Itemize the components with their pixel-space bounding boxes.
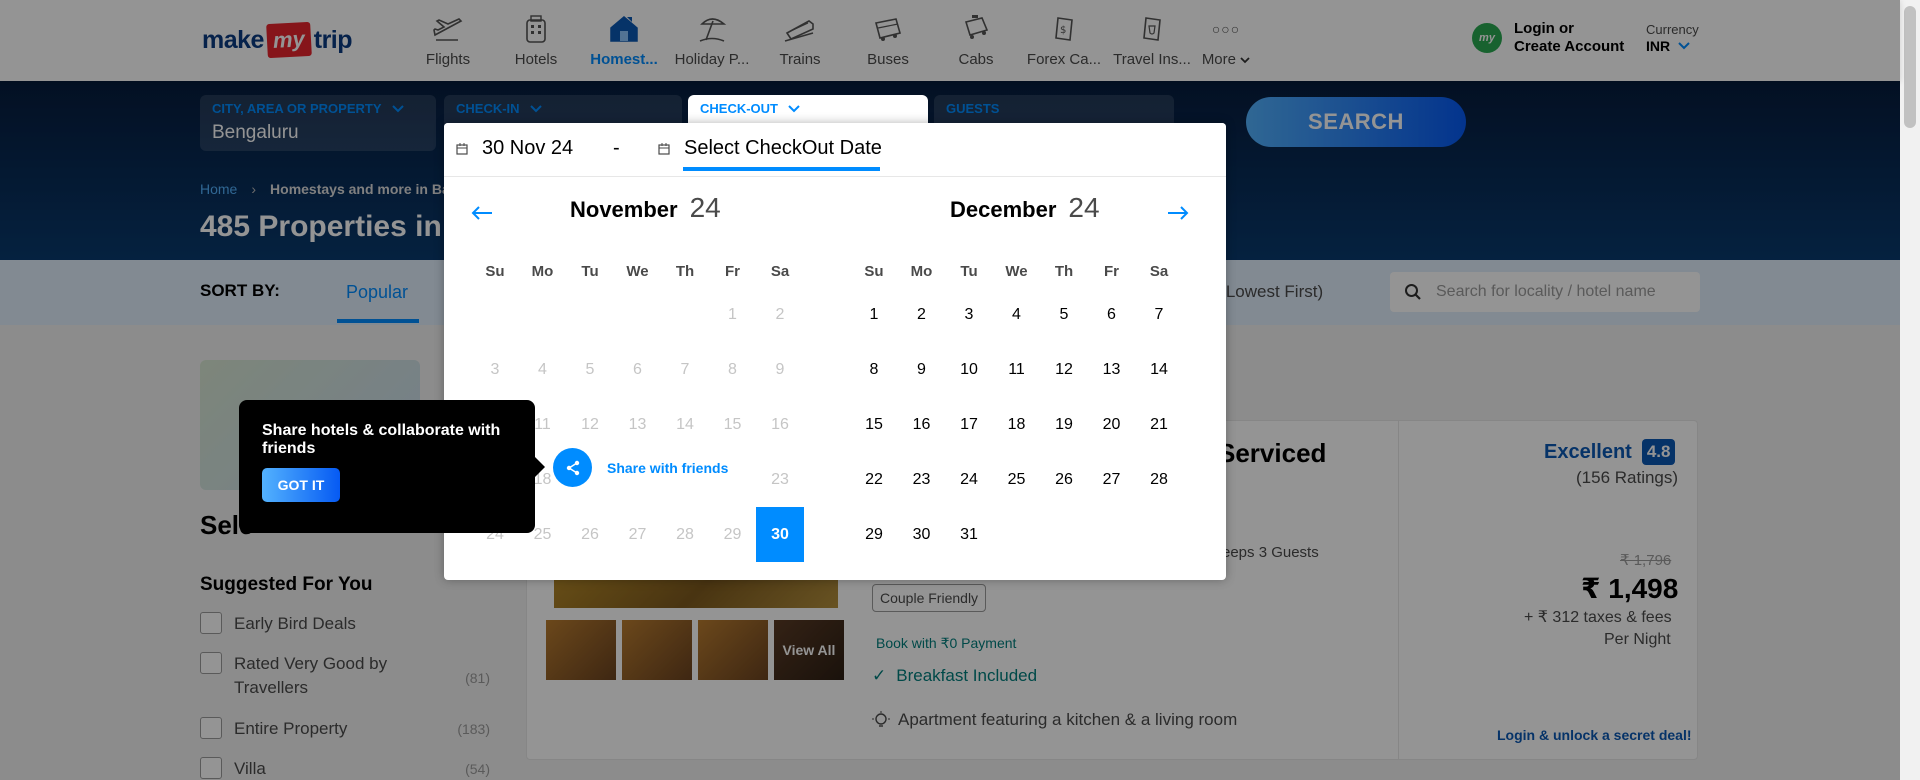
checkout-label: CHECK-OUT	[700, 101, 778, 116]
calendar-day[interactable]: 21	[1135, 397, 1183, 452]
weekday-header: Mo	[910, 263, 933, 280]
calendar-day[interactable]: 23	[898, 452, 946, 507]
calendar-day: 13	[628, 415, 647, 433]
calendar-day: 28	[676, 525, 694, 543]
calendar-day: 16	[771, 415, 789, 433]
calendar-day[interactable]: 8	[850, 342, 898, 397]
calendar-day[interactable]: 19	[1040, 397, 1088, 452]
calendar-day: 29	[723, 525, 742, 543]
page-scrollbar[interactable]	[1900, 0, 1920, 780]
share-with-friends-button[interactable]: Share with friends	[553, 448, 755, 487]
calendar-icon	[658, 142, 670, 155]
calendar-day[interactable]: 30	[898, 507, 946, 562]
calendar-day[interactable]: 15	[850, 397, 898, 452]
calendar-day: 1	[728, 305, 737, 323]
calendar-day[interactable]: 17	[945, 397, 993, 452]
calendar-day[interactable]: 26	[1040, 452, 1088, 507]
arrow-right-icon	[1168, 206, 1189, 220]
calendar-day[interactable]: 12	[1040, 342, 1088, 397]
weekday-header: Su	[485, 263, 505, 280]
checkout-date-value: Select CheckOut Date	[684, 137, 882, 159]
calendar-day[interactable]: 1	[850, 287, 898, 342]
month-year: 24	[689, 192, 721, 223]
calendar-day[interactable]: 16	[898, 397, 946, 452]
weekday-header: We	[1005, 263, 1028, 280]
calendar-day: 2	[775, 305, 785, 323]
weekday-header: Fr	[1104, 263, 1119, 280]
month-title-december: December 24	[950, 192, 1100, 224]
calendar-day[interactable]: 14	[1135, 342, 1183, 397]
calendar-icon	[456, 142, 468, 155]
calendar-day[interactable]: 10	[945, 342, 993, 397]
month-year: 24	[1068, 192, 1100, 223]
calendar-day[interactable]: 22	[850, 452, 898, 507]
prev-month-button[interactable]	[464, 195, 500, 231]
weekday-header: Tu	[581, 263, 599, 280]
calendar-day[interactable]: 6	[1088, 287, 1136, 342]
date-picker: 30 Nov 24 - Select CheckOut Date Novembe…	[444, 123, 1226, 580]
checkout-date-display[interactable]: Select CheckOut Date	[658, 137, 882, 160]
calendar-day[interactable]: 13	[1088, 342, 1136, 397]
coachmark-text: Share hotels & collaborate with friends	[262, 422, 501, 457]
calendar-day[interactable]: 5	[1040, 287, 1088, 342]
next-month-button[interactable]	[1160, 195, 1196, 231]
calendar-day[interactable]: 7	[1135, 287, 1183, 342]
calendar-day[interactable]: 29	[850, 507, 898, 562]
month-title-november: November 24	[570, 192, 721, 224]
calendar-day: 27	[628, 525, 647, 543]
selected-day[interactable]: 30	[756, 507, 804, 562]
calendar-day[interactable]: 11	[993, 342, 1041, 397]
calendar-day: 7	[680, 360, 690, 378]
calendar-day[interactable]: 20	[1088, 397, 1136, 452]
share-icon	[553, 448, 592, 487]
calendar-day[interactable]: 28	[1135, 452, 1183, 507]
weekday-header: Mo	[531, 263, 554, 280]
calendar-day[interactable]: 27	[1088, 452, 1136, 507]
weekday-header: Su	[864, 263, 884, 280]
calendar-day: 23	[771, 470, 789, 488]
month-name: November	[570, 197, 678, 222]
weekday-header: Sa	[770, 263, 790, 280]
calendar-day: 4	[538, 360, 547, 378]
checkin-date-display[interactable]: 30 Nov 24	[456, 137, 573, 160]
calendar-day[interactable]: 3	[945, 287, 993, 342]
calendar-day[interactable]: 2	[898, 287, 946, 342]
calendar-day: 15	[723, 415, 742, 433]
chevron-down-icon	[788, 104, 800, 112]
checkin-date-value: 30 Nov 24	[482, 137, 574, 159]
share-label: Share with friends	[607, 459, 729, 476]
calendar-day[interactable]: 18	[993, 397, 1041, 452]
got-it-button[interactable]: GOT IT	[262, 468, 340, 502]
scrollbar-thumb[interactable]	[1904, 6, 1916, 128]
date-separator: -	[613, 137, 620, 159]
calendar-day[interactable]: 4	[993, 287, 1041, 342]
date-picker-header: 30 Nov 24 - Select CheckOut Date	[444, 123, 1226, 177]
calendar-day: 5	[585, 360, 595, 378]
calendar-day: 8	[728, 360, 737, 378]
calendar-day: 9	[775, 360, 785, 378]
calendar-day: 12	[581, 415, 599, 433]
calendar-day: 26	[581, 525, 599, 543]
weekday-header: Sa	[1149, 263, 1169, 280]
calendar-day: 6	[633, 360, 642, 378]
weekday-header: Th	[675, 263, 695, 280]
calendar-day[interactable]: 31	[945, 507, 993, 562]
month-name: December	[950, 197, 1057, 222]
calendar-day[interactable]: 25	[993, 452, 1041, 507]
arrow-left-icon	[471, 206, 492, 220]
calendar-day[interactable]: 9	[898, 342, 946, 397]
checkout-label-row: CHECK-OUT	[700, 101, 916, 116]
calendar-day: 14	[676, 415, 694, 433]
weekday-header: Fr	[725, 263, 740, 280]
checkout-active-underline	[683, 167, 880, 171]
calendar-day: 3	[490, 360, 500, 378]
weekday-header: Th	[1054, 263, 1074, 280]
weekday-header: Tu	[960, 263, 978, 280]
calendar-day[interactable]: 24	[945, 452, 993, 507]
share-coachmark: Share hotels & collaborate with friends …	[239, 400, 545, 533]
weekday-header: We	[626, 263, 649, 280]
